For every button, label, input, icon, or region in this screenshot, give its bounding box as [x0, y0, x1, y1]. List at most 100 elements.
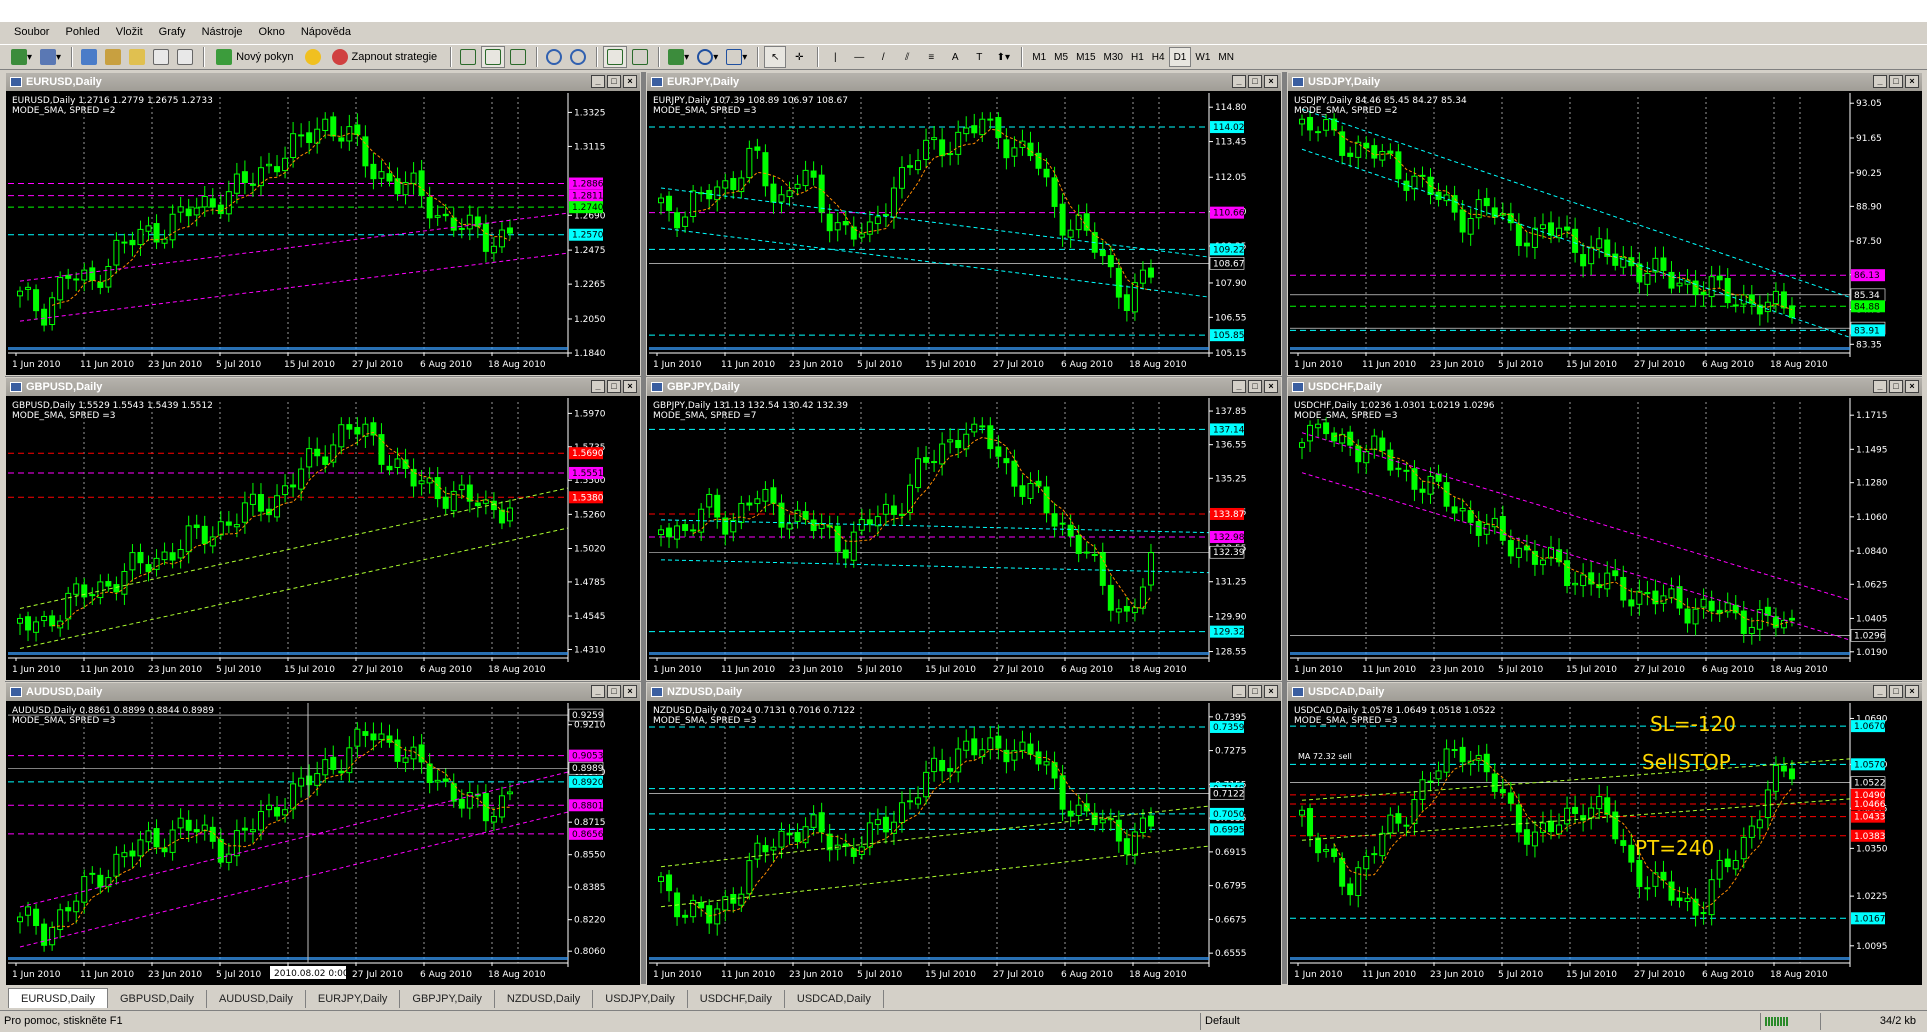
navigator-button[interactable] [102, 46, 124, 68]
minimize-button[interactable]: _ [1232, 75, 1246, 88]
chart-titlebar[interactable]: EURJPY,Daily _ □ × [647, 73, 1281, 91]
text-button[interactable]: A [944, 46, 966, 68]
price-chart[interactable]: 93.0591.6590.2588.9087.5086.1584.7583.35… [1290, 93, 1922, 375]
maximize-button[interactable]: □ [607, 685, 621, 698]
chart-window-usdjpy[interactable]: USDJPY,Daily _ □ × 93.05 91.65 90.25 88.90 87.50… [1287, 72, 1923, 376]
arrows-button[interactable]: ⬆▾ [992, 46, 1014, 68]
bar-chart-button[interactable] [457, 46, 479, 68]
label-button[interactable]: T [968, 46, 990, 68]
timeframe-d1[interactable]: D1 [1168, 47, 1192, 67]
horizontal-line-button[interactable]: — [848, 46, 870, 68]
timeframe-m1[interactable]: M1 [1028, 47, 1050, 67]
close-button[interactable]: × [1264, 75, 1278, 88]
chart-titlebar[interactable]: USDCAD,Daily _ □ × [1288, 683, 1922, 701]
tab-usdcad[interactable]: USDCAD,Daily [785, 990, 884, 1008]
tab-gbpusd[interactable]: GBPUSD,Daily [108, 990, 207, 1008]
templates-button[interactable]: ▾ [723, 46, 750, 68]
minimize-button[interactable]: _ [591, 75, 605, 88]
minimize-button[interactable]: _ [1873, 380, 1887, 393]
trendline-button[interactable]: / [872, 46, 894, 68]
start-strategies-button[interactable]: Zapnout strategie [326, 46, 444, 68]
vertical-line-button[interactable]: | [824, 46, 846, 68]
close-button[interactable]: × [1905, 685, 1919, 698]
chart-titlebar[interactable]: GBPUSD,Daily _ □ × [6, 378, 640, 396]
minimize-button[interactable]: _ [1873, 75, 1887, 88]
cursor-button[interactable]: ↖ [764, 46, 787, 68]
tab-eurjpy[interactable]: EURJPY,Daily [306, 990, 401, 1008]
maximize-button[interactable]: □ [1248, 380, 1262, 393]
minimize-button[interactable]: _ [1873, 685, 1887, 698]
zoom-in-button[interactable] [543, 46, 565, 68]
price-chart[interactable]: 0.92100.89700.87150.85500.83850.82200.80… [8, 703, 640, 985]
chart-titlebar[interactable]: EURUSD,Daily _ □ × [6, 73, 640, 91]
price-chart[interactable]: 0.73950.72750.71550.70350.69150.67950.66… [649, 703, 1281, 985]
maximize-button[interactable]: □ [1889, 380, 1903, 393]
close-button[interactable]: × [623, 75, 637, 88]
timeframe-m5[interactable]: M5 [1050, 47, 1072, 67]
tab-gbpjpy[interactable]: GBPJPY,Daily [400, 990, 495, 1008]
profiles-button[interactable]: ▾ [37, 46, 64, 68]
chart-titlebar[interactable]: GBPJPY,Daily _ □ × [647, 378, 1281, 396]
new-chart-button[interactable]: ▾ [8, 46, 35, 68]
tab-usdjpy[interactable]: USDJPY,Daily [593, 990, 688, 1008]
menu-grafy[interactable]: Grafy [151, 22, 194, 42]
price-chart[interactable]: 137.85136.55135.25133.95132.55131.25129.… [649, 398, 1281, 680]
close-button[interactable]: × [1264, 685, 1278, 698]
timeframe-m15[interactable]: M15 [1072, 47, 1099, 67]
expert-advisor-button[interactable] [302, 46, 324, 68]
line-chart-button[interactable] [507, 46, 529, 68]
price-chart[interactable]: 1.33251.31151.26901.24751.22651.20501.18… [8, 93, 640, 375]
new-order-button[interactable]: Nový pokyn [210, 46, 299, 68]
terminal-button[interactable] [150, 46, 172, 68]
tab-eurusd[interactable]: EURUSD,Daily [8, 988, 108, 1008]
price-chart[interactable]: 114.80113.45112.05110.70109.35107.90106.… [649, 93, 1281, 375]
chart-titlebar[interactable]: AUDUSD,Daily _ □ × [6, 683, 640, 701]
maximize-button[interactable]: □ [607, 75, 621, 88]
chart-window-usdchf[interactable]: USDCHF,Daily _ □ × 1.1715 1.1495 1.1280 1.1060 1… [1287, 377, 1923, 681]
chart-window-eurjpy[interactable]: EURJPY,Daily_□× 114.80113.45112.05110.701… [646, 72, 1282, 376]
maximize-button[interactable]: □ [1248, 685, 1262, 698]
price-chart[interactable]: 1.06901.05701.04551.03501.02251.00951.06… [1290, 703, 1922, 985]
chart-window-eurusd[interactable]: EURUSD,Daily _ □ × 1.3325 1.3115 1.2690 1.2475 1… [5, 72, 641, 376]
menu-pohled[interactable]: Pohled [57, 22, 107, 42]
maximize-button[interactable]: □ [1248, 75, 1262, 88]
chart-titlebar[interactable]: USDJPY,Daily _ □ × [1288, 73, 1922, 91]
maximize-button[interactable]: □ [1889, 685, 1903, 698]
close-button[interactable]: × [623, 380, 637, 393]
maximize-button[interactable]: □ [607, 380, 621, 393]
menu-vlozit[interactable]: Vložit [108, 22, 151, 42]
maximize-button[interactable]: □ [1889, 75, 1903, 88]
chart-shift-button[interactable] [629, 46, 651, 68]
data-window-button[interactable] [126, 46, 148, 68]
price-chart[interactable]: 1.1715 1.1495 1.1280 1.1060 1.0840 1.0625 1.04… [1290, 398, 1922, 680]
tab-nzdusd[interactable]: NZDUSD,Daily [495, 990, 594, 1008]
candle-chart-button[interactable] [481, 46, 506, 68]
menu-okno[interactable]: Okno [251, 22, 293, 42]
tester-button[interactable] [174, 46, 196, 68]
chart-window-audusd[interactable]: AUDUSD,Daily_□× 0.92100.89700.87150.85500… [5, 682, 641, 986]
minimize-button[interactable]: _ [591, 685, 605, 698]
chart-window-gbpusd[interactable]: GBPUSD,Daily_□×1.59701.57351.55001.52601… [5, 377, 641, 681]
minimize-button[interactable]: _ [1232, 685, 1246, 698]
tab-usdchf[interactable]: USDCHF,Daily [688, 990, 785, 1008]
periods-button[interactable]: ▾ [694, 46, 721, 68]
autoscroll-button[interactable] [603, 46, 628, 68]
fibo-button[interactable]: ≡ [920, 46, 942, 68]
close-button[interactable]: × [1264, 380, 1278, 393]
close-button[interactable]: × [1905, 75, 1919, 88]
timeframe-mn[interactable]: MN [1214, 47, 1238, 67]
timeframe-h1[interactable]: H1 [1127, 47, 1148, 67]
timeframe-h4[interactable]: H4 [1148, 47, 1169, 67]
menu-soubor[interactable]: Soubor [6, 22, 57, 42]
minimize-button[interactable]: _ [591, 380, 605, 393]
channel-button[interactable]: ⫽ [896, 46, 918, 68]
market-watch-button[interactable] [78, 46, 100, 68]
indicators-button[interactable]: ▾ [665, 46, 692, 68]
chart-window-usdcad[interactable]: USDCAD,Daily_□× 1.06901.05701.04551.03501… [1287, 682, 1923, 986]
menu-nastroje[interactable]: Nástroje [194, 22, 251, 42]
timeframe-m30[interactable]: M30 [1100, 47, 1127, 67]
chart-window-gbpjpy[interactable]: GBPJPY,Daily_□× 137.85136.55135.25133.951… [646, 377, 1282, 681]
chart-window-nzdusd[interactable]: NZDUSD,Daily_□×0.73950.72750.71550.70350… [646, 682, 1282, 986]
tab-audusd[interactable]: AUDUSD,Daily [207, 990, 306, 1008]
close-button[interactable]: × [1905, 380, 1919, 393]
